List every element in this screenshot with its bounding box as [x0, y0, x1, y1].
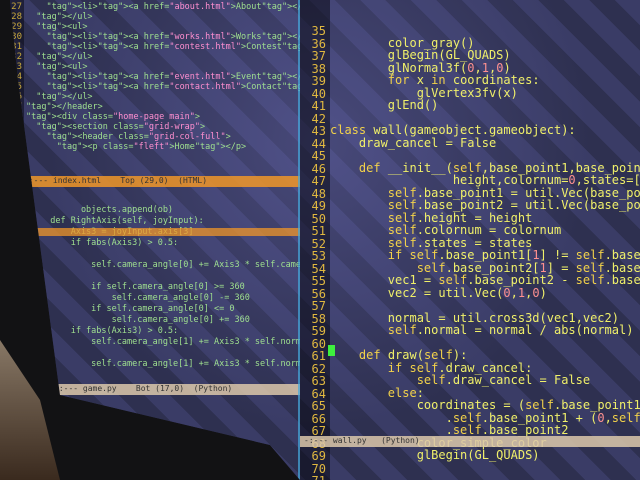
right-status-bar: -:--- wall.py (Python) — [300, 436, 640, 447]
current-line-highlight — [20, 228, 300, 236]
code-line: "tag"></ul> — [36, 92, 93, 102]
code-line: self.camera_angle[1] += Axis3 * self.nor… — [91, 337, 300, 347]
code-line: self.colornum = colornum — [387, 223, 562, 237]
code-line: "tag"></header> — [26, 102, 103, 112]
code-line: if self.camera_angle[0] >= 360 — [40, 282, 245, 292]
code-line: draw_cancel = False — [330, 135, 497, 150]
code-line: objects.append(ob) — [40, 205, 174, 215]
code-line: "tag"></ul> — [36, 12, 93, 22]
code-line: self.normal = normal / abs(normal) — [387, 323, 634, 337]
code-line: "tag"></ul> — [36, 52, 93, 62]
code-line: "tag"><li>"tag"><a href="contest.html">C… — [46, 42, 300, 52]
text-cursor — [328, 345, 335, 356]
right-editor-pane[interactable]: 35 36 37 38 39 40 41 42 43 44 45 46 47 48 49 50 51 52 53 54… — [300, 0, 640, 480]
line-number: 71 — [300, 474, 326, 480]
code-line: "tag"><section class="grid-wrap"> — [36, 122, 206, 132]
code-line: "tag"><header class="grid-col-full"> — [46, 132, 231, 142]
code-line: "tag"><ul> — [36, 22, 88, 32]
code-line: vec1 = self.base_point2 - self.base_poin… — [330, 273, 640, 287]
code-line: "tag"><li>"tag"><a href="event.html">Eve… — [46, 72, 300, 82]
code-line: if fabs(Axis3) > 0.5: — [40, 238, 179, 248]
code-line: class wall(gameobject.gameobject): — [330, 123, 576, 137]
top-status-bar: -:--- index.html Top (29,0) (HTML) — [20, 176, 300, 187]
code-line: self.camera_angle[1] += Axis3 * self.nor… — [91, 359, 300, 369]
code-line: def RightAxis(self, joyInput): — [40, 216, 204, 226]
bottom-status-bar: -:--- game.py Bot (17,0) (Python) — [50, 384, 300, 395]
code-line: glBegin(GL_QUADS) — [330, 448, 540, 462]
code-line: if fabs(Axis3) > 0.5: — [40, 326, 179, 336]
code-line: "tag"><li>"tag"><a href="about.html">Abo… — [46, 2, 300, 12]
code-line: height,colornum=0,states=[-1,0]): — [330, 173, 640, 187]
code-line: "tag"><p class="fleft">Home"tag"></p> — [56, 142, 247, 152]
code-line: coordinates = (self.base_point1 — [330, 398, 640, 412]
code-line: "tag"><li>"tag"><a href="contact.html">C… — [46, 82, 300, 92]
code-line: if self.camera_angle[0] <= 0 — [40, 304, 235, 314]
code-line: self.base_point2 = util.Vec(base_point2) — [387, 198, 640, 212]
code-line: self.camera_angle[0] += 360 — [40, 315, 250, 325]
code-line: "tag"><ul> — [36, 62, 88, 72]
code-line: self.camera_angle[0] += Axis3 * self.cam… — [91, 260, 300, 270]
code-line: .self.base_point2 — [330, 423, 569, 437]
code-line: self.camera_angle[0] -= 360 — [40, 293, 250, 303]
code-line: for x in coordinates: — [387, 73, 540, 87]
code-line: vec2 = util.Vec(0,1,0) — [330, 285, 547, 300]
code-line: glEnd() — [330, 98, 439, 112]
code-line: self.draw_cancel = False — [416, 373, 591, 387]
code-line: "tag"><li>"tag"><a href="works.html">Wor… — [46, 32, 300, 42]
code-line: "tag"><div class="home-page main"> — [26, 112, 201, 122]
